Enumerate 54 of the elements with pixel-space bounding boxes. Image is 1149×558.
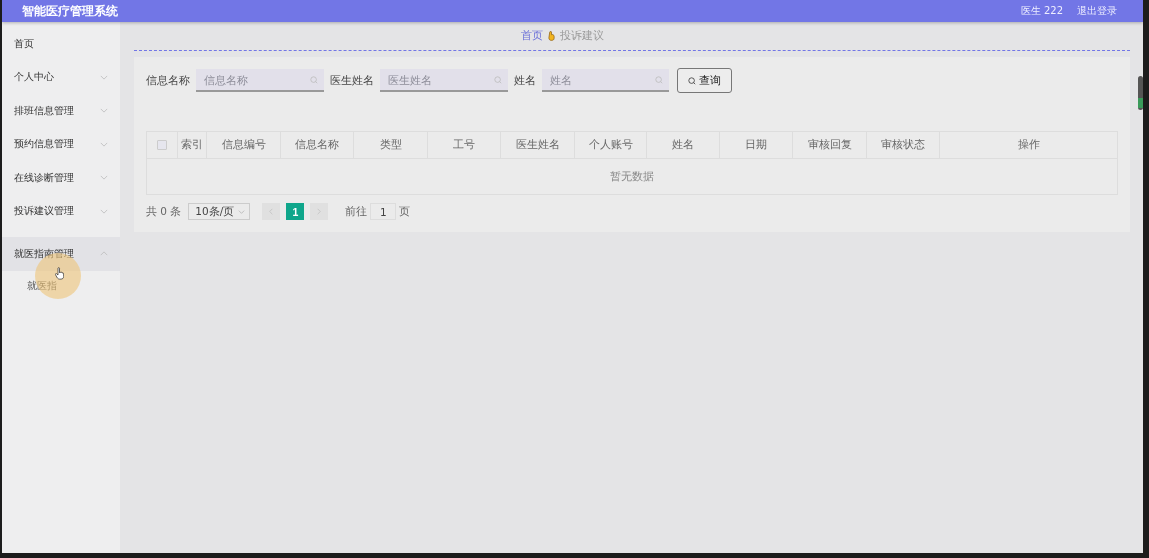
- search-field[interactable]: 姓名: [542, 69, 669, 92]
- chevron-icon: [100, 251, 108, 257]
- column-header: 操作: [939, 132, 1117, 158]
- app-title: 智能医疗管理系统: [22, 2, 118, 20]
- column-header: 信息名称: [280, 132, 353, 158]
- breadcrumb-link[interactable]: 首页: [520, 29, 543, 43]
- next-page-button[interactable]: [310, 203, 329, 220]
- select-all-checkbox[interactable]: [157, 140, 167, 150]
- breadcrumb-current: 投诉建议: [559, 29, 604, 43]
- total-count: 共 0 条: [146, 204, 182, 219]
- prev-page-button[interactable]: [262, 203, 281, 220]
- column-header: 姓名: [646, 132, 719, 158]
- logout-link[interactable]: 退出登录: [1077, 4, 1117, 18]
- menu-item[interactable]: 个人中心: [2, 60, 120, 94]
- hand-cursor-icon: [55, 267, 64, 280]
- search-button[interactable]: 查询: [677, 68, 732, 93]
- menu-item[interactable]: 投诉建议管理: [2, 194, 120, 228]
- hand-icon: [547, 31, 555, 41]
- chevron-icon: [100, 208, 108, 214]
- column-header: 工号: [427, 132, 500, 158]
- caret-icon: [238, 209, 246, 214]
- column-header: 类型: [353, 132, 427, 158]
- field-label: 信息名称: [146, 73, 190, 88]
- field-label: 姓名: [514, 73, 536, 88]
- empty-text: 暂无数据: [610, 169, 654, 184]
- column-header: 审核状态: [866, 132, 939, 158]
- page-input[interactable]: 1: [370, 203, 397, 220]
- menu-item[interactable]: 在线诊断管理: [2, 161, 120, 195]
- menu-item[interactable]: 就医指南管理: [2, 237, 120, 271]
- search-icon: [494, 76, 502, 84]
- chevron-icon: [100, 74, 108, 80]
- search-icon: [310, 76, 318, 84]
- column-header: 个人账号: [574, 132, 646, 158]
- chevron-icon: [100, 141, 108, 147]
- column-header: 信息编号: [206, 132, 280, 158]
- menu-item[interactable]: 预约信息管理: [2, 127, 120, 161]
- column-header: 索引: [177, 132, 206, 158]
- search-icon: [655, 76, 663, 84]
- chevron-icon: [100, 108, 108, 114]
- search-field[interactable]: 医生姓名: [380, 69, 508, 92]
- chevron-icon: [100, 175, 108, 181]
- page-size-select[interactable]: 10条/页: [188, 203, 251, 220]
- scrollbar[interactable]: [1138, 76, 1143, 110]
- menu-item[interactable]: 排班信息管理: [2, 94, 120, 128]
- goto-label: 前往: [345, 204, 368, 219]
- search-icon: [688, 76, 696, 85]
- user-name: 医生 222: [1020, 4, 1063, 18]
- column-header: 日期: [719, 132, 792, 158]
- menu-item[interactable]: 首页: [2, 27, 120, 61]
- column-header: 医生姓名: [500, 132, 574, 158]
- search-field[interactable]: 信息名称: [196, 69, 324, 92]
- column-header: 审核回复: [792, 132, 866, 158]
- field-label: 医生姓名: [330, 73, 374, 88]
- page-unit: 页: [399, 204, 411, 219]
